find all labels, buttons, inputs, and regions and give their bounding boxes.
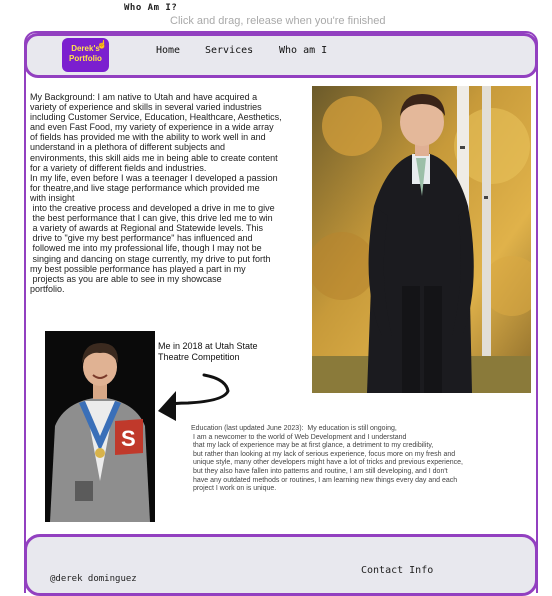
site-logo[interactable]: Derek's Portfolio ☝: [62, 38, 109, 72]
site-footer: [24, 534, 538, 596]
svg-text:S: S: [121, 426, 136, 451]
nav-who-am-i[interactable]: Who am I: [279, 45, 327, 56]
portrait-photo: [312, 86, 531, 393]
pointer-hand-icon: ☝: [97, 40, 107, 49]
page-heading: Who Am I?: [124, 3, 178, 13]
nav-home[interactable]: Home: [156, 45, 180, 56]
education-text: Education (last updated June 2023): My e…: [191, 425, 463, 493]
photo-caption: Me in 2018 at Utah State Theatre Competi…: [158, 341, 258, 362]
background-text: My Background: I am native to Utah and h…: [30, 92, 282, 294]
footer-handle: @derek dominguez: [50, 574, 137, 584]
nav-services[interactable]: Services: [205, 45, 253, 56]
hand-drawn-arrow-icon: [158, 373, 230, 421]
contact-info-link[interactable]: Contact Info: [361, 565, 433, 576]
theatre-competition-photo: S: [45, 331, 155, 522]
drag-hint: Click and drag, release when you're fini…: [170, 15, 386, 27]
